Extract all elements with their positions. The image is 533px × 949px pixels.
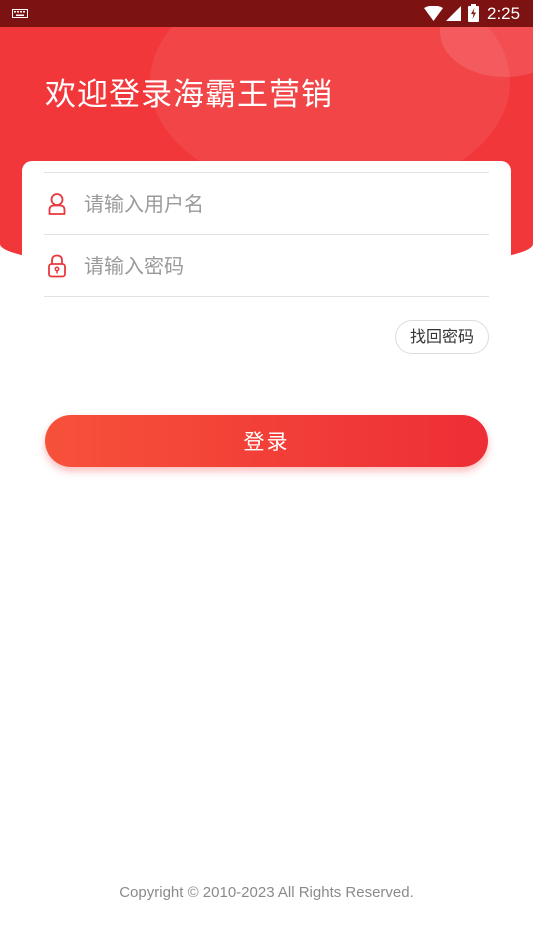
username-field (44, 172, 489, 234)
login-card: 找回密码 (22, 161, 511, 371)
copyright-text: Copyright © 2010-2023 All Rights Reserve… (119, 884, 414, 901)
forgot-password-button[interactable]: 找回密码 (395, 320, 489, 354)
password-input[interactable] (84, 248, 464, 284)
battery-charging-icon (468, 4, 479, 22)
status-bar: 2:25 (0, 0, 533, 27)
clock: 2:25 (487, 4, 521, 23)
user-icon (48, 193, 66, 215)
login-button[interactable]: 登录 (45, 415, 488, 467)
username-input[interactable] (84, 186, 464, 222)
login-screen: 2:25 欢迎登录海霸王营销 找回密码 登录 Copyright © 20 (0, 0, 533, 949)
signal-icon (446, 6, 461, 21)
welcome-title: 欢迎登录海霸王营销 (45, 77, 333, 113)
lock-icon (48, 254, 66, 278)
keyboard-icon (12, 9, 28, 18)
wifi-icon (424, 6, 443, 21)
password-field (44, 234, 489, 297)
